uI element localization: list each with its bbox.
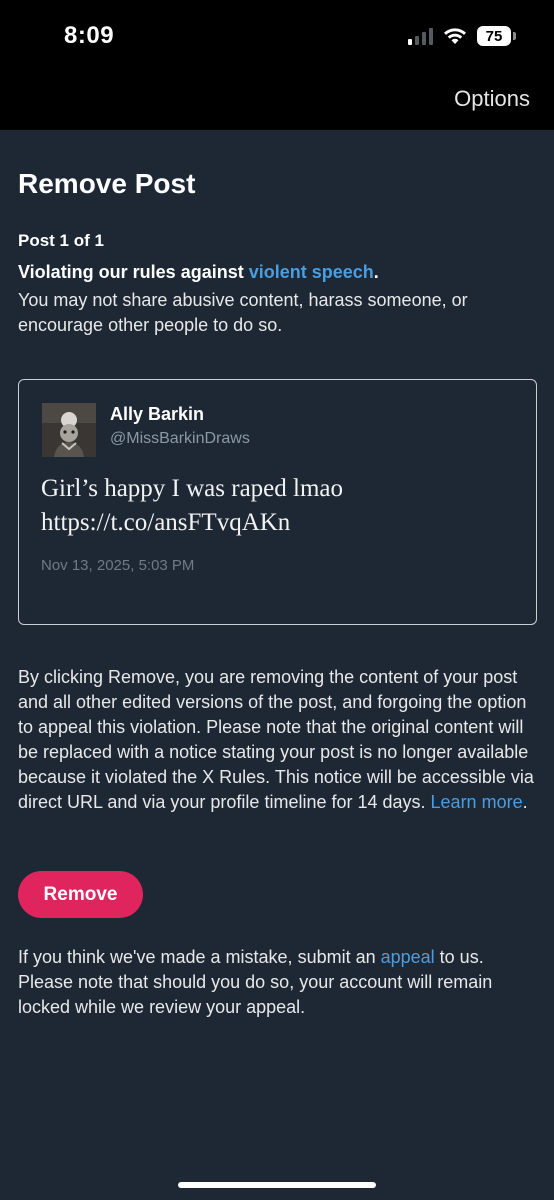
violation-prefix: Violating our rules against	[18, 262, 249, 282]
learn-more-link[interactable]: Learn more	[431, 792, 523, 812]
avatar-image-icon	[42, 403, 96, 457]
nav-bar: Options	[0, 72, 554, 130]
status-time: 8:09	[64, 22, 115, 49]
home-indicator[interactable]	[178, 1182, 376, 1188]
appeal-prefix: If you think we've made a mistake, submi…	[18, 947, 381, 967]
battery-level: 75	[485, 27, 503, 45]
post-count: Post 1 of 1	[18, 231, 104, 250]
post-text: Girl’s happy I was raped lmao https://t.…	[41, 472, 511, 540]
post-card: Ally Barkin @MissBarkinDraws Girl’s happ…	[18, 379, 537, 625]
wifi-icon	[444, 28, 466, 44]
violation-suffix: .	[373, 262, 379, 282]
battery-icon: 75	[477, 26, 511, 46]
battery-tip	[513, 32, 516, 40]
options-button[interactable]: Options	[454, 86, 530, 112]
cellular-signal-icon	[408, 27, 433, 45]
author-name: Ally Barkin	[110, 404, 205, 424]
avatar	[42, 403, 96, 457]
violation-rule-link[interactable]: violent speech	[249, 262, 374, 282]
appeal-link[interactable]: appeal	[381, 947, 435, 967]
appeal-text: If you think we've made a mistake, submi…	[18, 945, 538, 1020]
violation-description: You may not share abusive content, haras…	[18, 290, 468, 335]
removal-notice: By clicking Remove, you are removing the…	[18, 665, 538, 815]
remove-button[interactable]: Remove	[18, 871, 143, 918]
notice-end: .	[522, 792, 528, 812]
post-date: Nov 13, 2025, 5:03 PM	[41, 557, 195, 574]
author-handle: @MissBarkinDraws	[110, 430, 250, 447]
status-bar: 8:09 75	[0, 0, 554, 72]
violation-heading: Violating our rules against violent spee…	[18, 262, 379, 283]
post-text-line: Girl’s happy I was raped lmao	[41, 475, 344, 502]
notice-body: By clicking Remove, you are removing the…	[18, 667, 534, 812]
status-icons: 75	[408, 24, 516, 48]
page-title: Remove Post	[18, 168, 196, 199]
post-link: https://t.co/ansFTvqAKn	[41, 509, 291, 536]
